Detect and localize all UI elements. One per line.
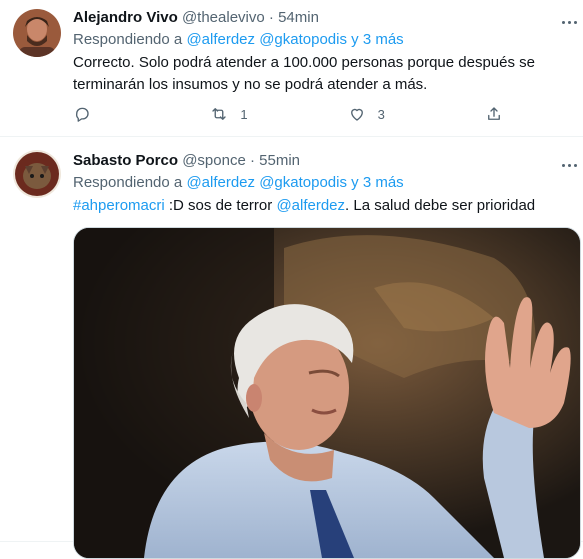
like-count: 3 [377,106,385,122]
handle[interactable]: @thealevivo [182,9,265,26]
photo-image [74,228,580,558]
reply-mention[interactable]: @alferdez [186,174,255,191]
replying-prefix: Respondiendo a [73,31,183,48]
hashtag-link[interactable]: #ahperomacri [73,197,165,214]
handle[interactable]: @sponce [182,152,246,169]
avatar[interactable] [13,9,61,57]
replying-to: Respondiendo a @alferdez @gkatopodis y 3… [73,30,571,50]
heart-icon [350,108,363,121]
replying-prefix: Respondiendo a [73,174,183,191]
tweet-text-part: . La salud debe ser prioridad [345,197,536,214]
reply-icon [75,107,89,122]
display-name[interactable]: Alejandro Vivo [73,9,178,26]
tweet-text-part: :D sos de terror [168,197,273,214]
avatar[interactable] [13,150,61,198]
mention-link[interactable]: @alferdez [276,197,345,214]
dot-separator: · [249,152,255,169]
share-button[interactable] [485,105,503,123]
dot-separator: · [268,9,274,26]
more-icon[interactable] [559,12,579,32]
tweet-photo[interactable] [73,227,581,559]
reply-more-link[interactable]: y 3 más [351,31,404,48]
action-bar: 1 3 [73,104,503,124]
tweet[interactable]: Alejandro Vivo @thealevivo · 54min Respo… [0,0,583,137]
retweet-icon [212,108,227,120]
share-icon [488,107,500,120]
more-icon[interactable] [559,155,579,175]
tweet-text: Correcto. Solo podrá atender a 100.000 p… [73,54,535,93]
reply-mention[interactable]: @gkatopodis [259,174,347,191]
reply-more-link[interactable]: y 3 más [351,174,404,191]
retweet-count: 1 [240,106,248,122]
reply-mention[interactable]: @alferdez [186,31,255,48]
timestamp[interactable]: 54min [278,9,319,26]
replying-to: Respondiendo a @alferdez @gkatopodis y 3… [73,173,571,193]
tweet-text: #ahperomacri :D sos de terror @alferdez.… [73,195,571,217]
display-name[interactable]: Sabasto Porco [73,152,178,169]
reply-mention[interactable]: @gkatopodis [259,31,347,48]
reply-button[interactable] [73,105,163,123]
like-button[interactable]: 3 [348,105,438,123]
timestamp[interactable]: 55min [259,152,300,169]
retweet-button[interactable]: 1 [210,105,300,123]
